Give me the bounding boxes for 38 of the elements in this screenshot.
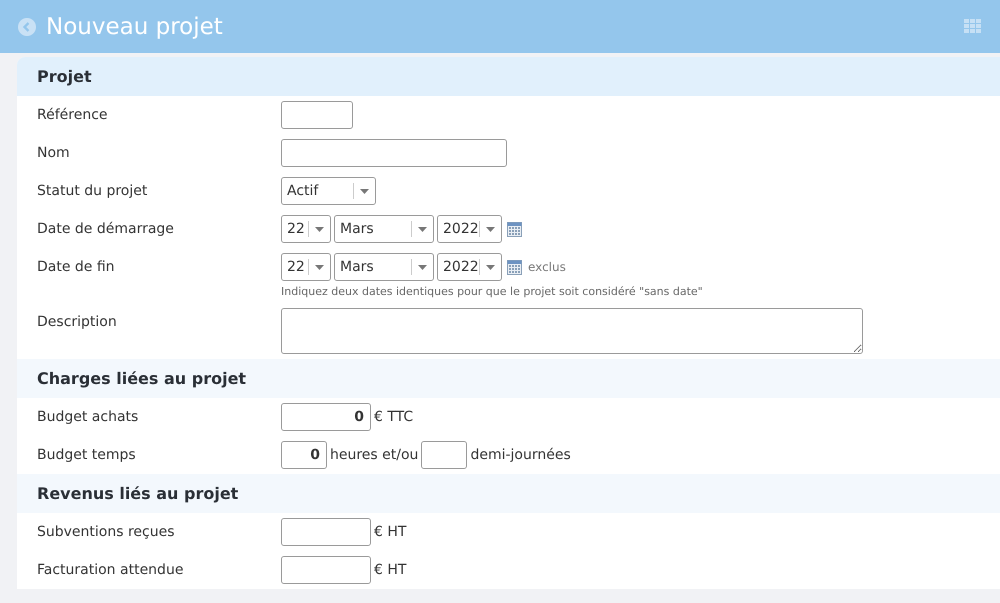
page-title: Nouveau projet bbox=[46, 14, 224, 40]
note-text: exclus bbox=[528, 260, 566, 274]
dropdown[interactable]: Actif bbox=[281, 177, 376, 205]
description-field[interactable] bbox=[281, 308, 863, 354]
text-field[interactable] bbox=[281, 556, 371, 584]
field-label: Facturation attendue bbox=[37, 561, 184, 580]
field-label: Nom bbox=[37, 144, 71, 163]
field-label: Référence bbox=[37, 106, 108, 125]
field-label: Budget achats bbox=[37, 408, 140, 427]
dropdown[interactable]: 2022 bbox=[437, 253, 502, 281]
field-label: Date de fin bbox=[37, 258, 116, 277]
hint-text: Indiquez deux dates identiques pour que le projet soit considéré "sans date" bbox=[281, 285, 703, 298]
calendar-icon[interactable] bbox=[507, 222, 522, 236]
unit-label: € HT bbox=[374, 562, 406, 578]
section-title: Projet bbox=[37, 67, 92, 86]
field-label: Statut du projet bbox=[37, 182, 148, 201]
unit-label: demi-journées bbox=[470, 447, 571, 463]
dropdown[interactable]: 22 bbox=[281, 215, 331, 243]
field-label: Date de démarrage bbox=[37, 220, 175, 239]
unit-label: € TTC bbox=[374, 409, 414, 425]
section-title: Charges liées au projet bbox=[37, 369, 246, 388]
dropdown[interactable]: 2022 bbox=[437, 215, 502, 243]
field-label: Budget temps bbox=[37, 446, 137, 465]
calendar-icon[interactable] bbox=[507, 260, 522, 274]
unit-label: € HT bbox=[374, 524, 406, 540]
dropdown[interactable]: Mars bbox=[334, 215, 434, 243]
field-label: Description bbox=[37, 313, 118, 332]
dropdown[interactable]: Mars bbox=[334, 253, 434, 281]
text-field[interactable] bbox=[281, 139, 507, 167]
unit-label: heures et/ou bbox=[330, 447, 418, 463]
text-field[interactable]: 0 bbox=[281, 441, 327, 469]
section-title: Revenus liés au projet bbox=[37, 484, 238, 503]
field-label: Subventions reçues bbox=[37, 523, 176, 542]
text-field[interactable]: 0 bbox=[281, 403, 371, 431]
text-field[interactable] bbox=[421, 441, 468, 469]
text-field[interactable] bbox=[281, 518, 371, 546]
text-field[interactable] bbox=[281, 101, 353, 129]
dropdown[interactable]: 22 bbox=[281, 253, 331, 281]
